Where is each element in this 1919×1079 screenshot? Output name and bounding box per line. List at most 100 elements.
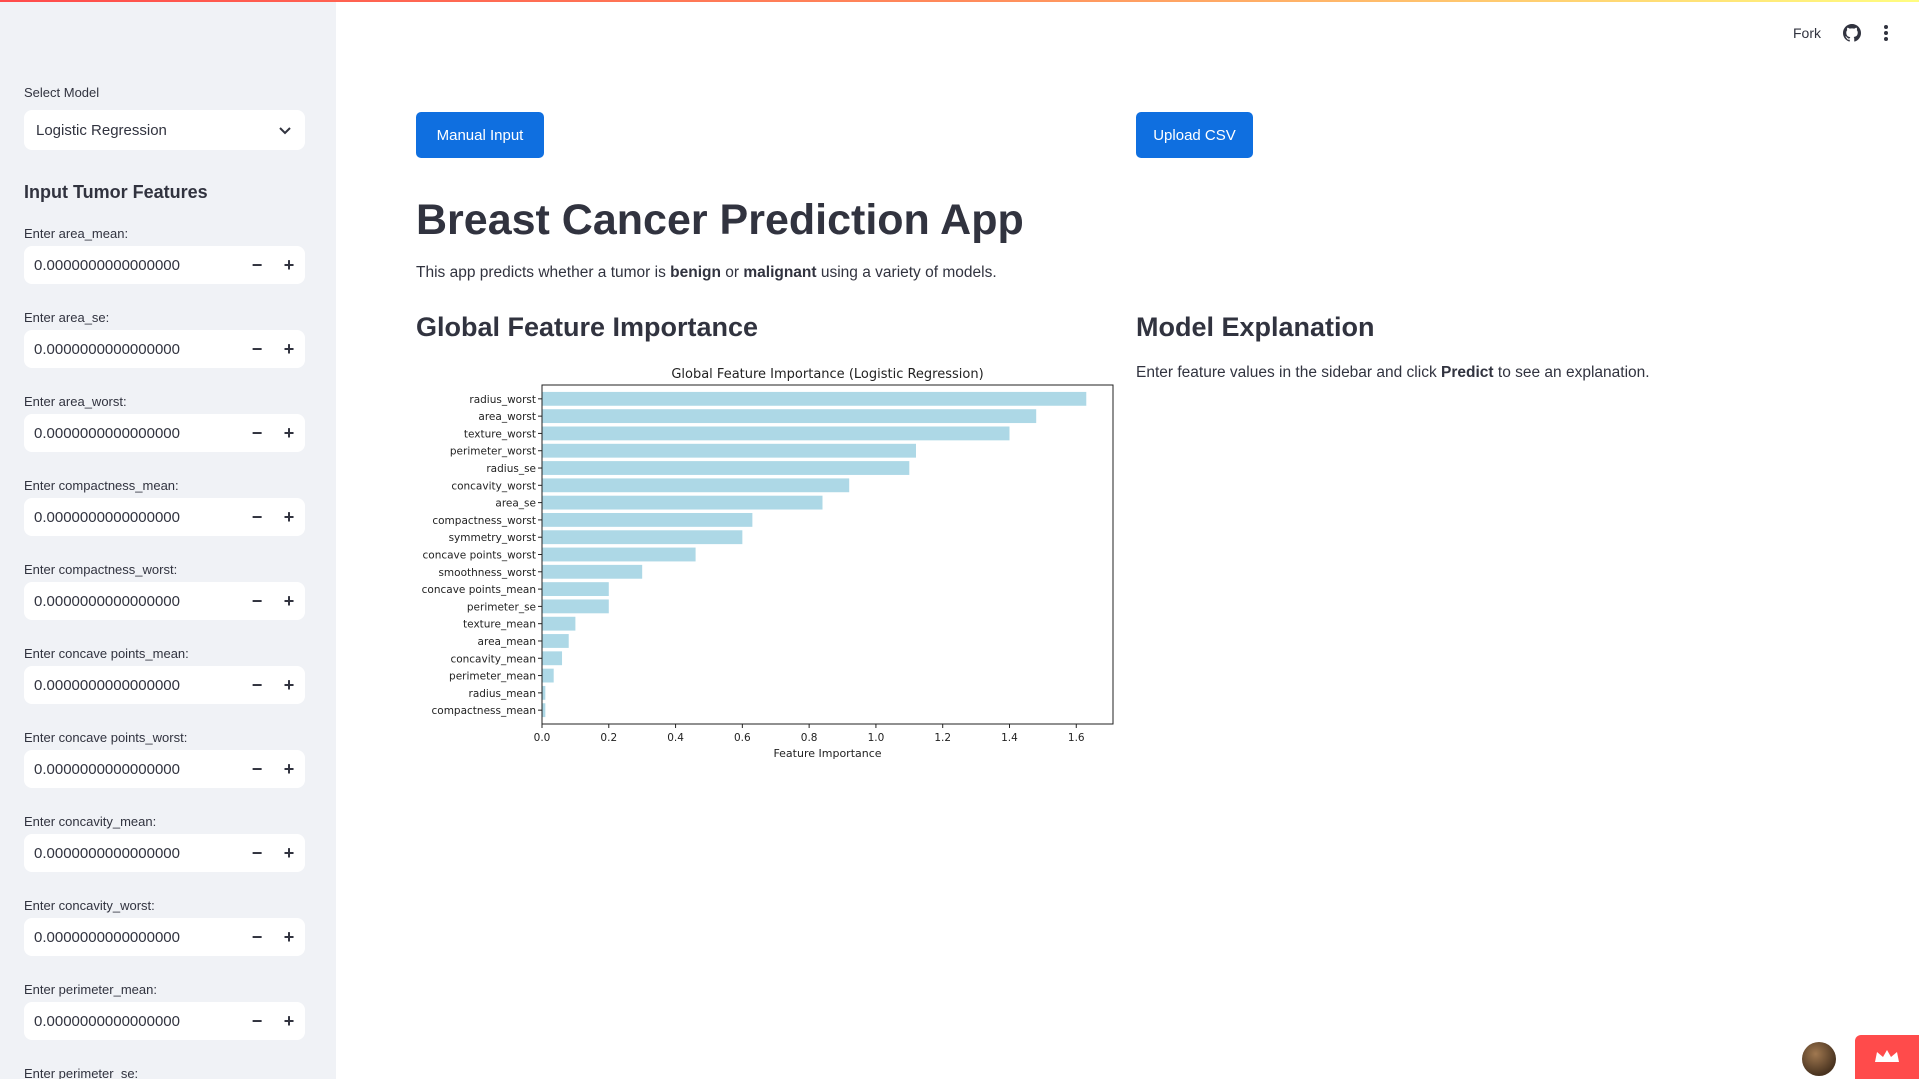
chart-category-label: symmetry_worst: [449, 532, 536, 544]
chart-xtick-label: 0.0: [534, 732, 551, 744]
header-actions: Fork: [1793, 24, 1889, 42]
feature-value-field[interactable]: [24, 246, 241, 284]
chart-bar: [542, 564, 643, 579]
chart-bar: [542, 703, 546, 718]
feature-number-input: −+: [24, 498, 305, 536]
chart-bar: [542, 668, 554, 683]
increment-button[interactable]: +: [273, 750, 305, 788]
increment-button[interactable]: +: [273, 246, 305, 284]
chart-category-label: area_mean: [478, 636, 536, 648]
chart-category-label: texture_worst: [464, 428, 536, 440]
feature-value-field[interactable]: [24, 582, 241, 620]
upload-csv-button[interactable]: Upload CSV: [1136, 112, 1253, 158]
chart-xtick-label: 1.4: [1001, 732, 1018, 744]
chart-bar: [542, 530, 743, 545]
feature-input-label: Enter area_worst:: [24, 394, 127, 409]
explain-text-1: Enter feature values in the sidebar and …: [1136, 364, 1442, 381]
chart-xtick-label: 0.6: [734, 732, 751, 744]
feature-value-field[interactable]: [24, 834, 241, 872]
app-description: This app predicts whether a tumor is ben…: [416, 264, 997, 282]
increment-button[interactable]: +: [273, 414, 305, 452]
chart-xtick-label: 1.2: [934, 732, 951, 744]
decrement-button[interactable]: −: [241, 1002, 273, 1040]
chart-category-label: radius_se: [486, 463, 536, 475]
decrement-button[interactable]: −: [241, 498, 273, 536]
feature-number-input: −+: [24, 1002, 305, 1040]
chart-category-label: concave points_worst: [423, 550, 537, 562]
chart-xtick-label: 0.4: [667, 732, 684, 744]
explanation-text: Enter feature values in the sidebar and …: [1136, 364, 1650, 382]
chart-category-label: concavity_mean: [450, 653, 536, 665]
feature-value-field[interactable]: [24, 1002, 241, 1040]
chart-category-label: perimeter_se: [467, 601, 536, 613]
feature-number-input: −+: [24, 330, 305, 368]
manual-input-button[interactable]: Manual Input: [416, 112, 544, 158]
feature-input-label: Enter concave points_worst:: [24, 730, 188, 745]
github-icon[interactable]: [1843, 24, 1861, 42]
decrement-button[interactable]: −: [241, 582, 273, 620]
model-select-value: Logistic Regression: [36, 121, 167, 139]
chart-category-label: radius_worst: [469, 394, 536, 406]
avatar[interactable]: [1802, 1042, 1836, 1076]
feature-input-label: Enter area_mean:: [24, 226, 129, 241]
chart-category-label: concavity_worst: [451, 480, 536, 492]
chart-bar: [542, 461, 910, 475]
explain-text-2: to see an explanation.: [1493, 364, 1650, 381]
chart-category-label: perimeter_worst: [450, 446, 536, 458]
feature-number-input: −+: [24, 834, 305, 872]
feature-number-input: −+: [24, 666, 305, 704]
feature-value-field[interactable]: [24, 414, 241, 452]
increment-button[interactable]: +: [273, 918, 305, 956]
feature-input-label: Enter perimeter_mean:: [24, 982, 157, 997]
feature-input-label: Enter concave points_mean:: [24, 646, 189, 661]
increment-button[interactable]: +: [273, 1002, 305, 1040]
desc-text-1: This app predicts whether a tumor is: [416, 264, 671, 281]
feature-number-input: −+: [24, 582, 305, 620]
decrement-button[interactable]: −: [241, 666, 273, 704]
chart-category-label: smoothness_worst: [438, 567, 536, 579]
increment-button[interactable]: +: [273, 330, 305, 368]
desc-malignant: malignant: [743, 264, 817, 281]
decrement-button[interactable]: −: [241, 246, 273, 284]
chart-title: Global Feature Importance (Logistic Regr…: [671, 367, 983, 382]
chart-xtick-label: 1.0: [868, 732, 885, 744]
feature-number-input: −+: [24, 918, 305, 956]
chart-bar: [542, 651, 563, 666]
streamlit-badge[interactable]: [1855, 1035, 1919, 1079]
increment-button[interactable]: +: [273, 498, 305, 536]
feature-value-field[interactable]: [24, 750, 241, 788]
decrement-button[interactable]: −: [241, 414, 273, 452]
chart-bar: [542, 599, 609, 614]
chart-bar: [542, 478, 850, 493]
feature-value-field[interactable]: [24, 330, 241, 368]
select-model-label: Select Model: [24, 85, 100, 100]
global-importance-heading: Global Feature Importance: [416, 312, 759, 342]
model-explanation-heading: Model Explanation: [1136, 312, 1375, 342]
model-select[interactable]: Logistic Regression: [24, 110, 305, 150]
decrement-button[interactable]: −: [241, 750, 273, 788]
decrement-button[interactable]: −: [241, 918, 273, 956]
increment-button[interactable]: +: [273, 582, 305, 620]
more-menu-icon[interactable]: [1883, 24, 1889, 42]
chart-category-label: concave points_mean: [422, 584, 536, 596]
chart-bar: [542, 547, 696, 562]
feature-input-label: Enter perimeter_se:: [24, 1066, 139, 1079]
feature-number-input: −+: [24, 750, 305, 788]
chart-bar: [542, 409, 1037, 424]
chart-xtick-label: 0.8: [801, 732, 818, 744]
chart-category-label: texture_mean: [463, 619, 536, 631]
page-title: Breast Cancer Prediction App: [416, 196, 1024, 244]
increment-button[interactable]: +: [273, 834, 305, 872]
feature-value-field[interactable]: [24, 918, 241, 956]
decrement-button[interactable]: −: [241, 330, 273, 368]
feature-value-field[interactable]: [24, 498, 241, 536]
feature-value-field[interactable]: [24, 666, 241, 704]
feature-input-label: Enter concavity_worst:: [24, 898, 155, 913]
increment-button[interactable]: +: [273, 666, 305, 704]
explain-predict: Predict: [1441, 364, 1494, 381]
chart-bar: [542, 616, 576, 631]
decrement-button[interactable]: −: [241, 834, 273, 872]
chart-category-label: compactness_mean: [432, 705, 537, 717]
chart-category-label: area_worst: [478, 411, 536, 423]
fork-link[interactable]: Fork: [1793, 25, 1821, 41]
